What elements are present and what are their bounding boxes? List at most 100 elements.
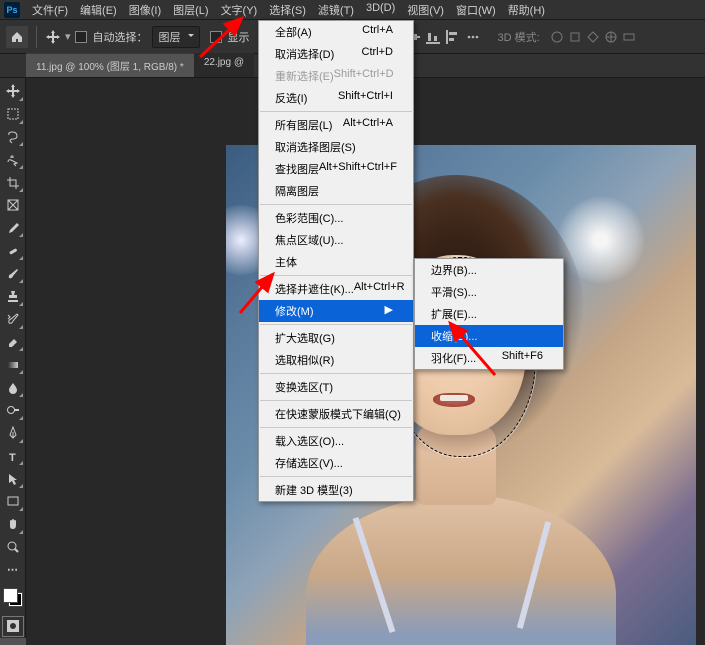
crop-tool[interactable] [2,172,24,193]
menu-item-label: 载入选区(O)... [275,433,344,449]
move-tool-icon [45,29,61,45]
menu-bar: Ps 文件(F)编辑(E)图像(I)图层(L)文字(Y)选择(S)滤镜(T)3D… [0,0,705,20]
menu-item[interactable]: 新建 3D 模型(3) [259,479,413,501]
menu-item-shortcut: Alt+Ctrl+R [354,281,405,297]
menu-编辑[interactable]: 编辑(E) [74,0,123,20]
frame-tool[interactable] [2,195,24,216]
healing-tool[interactable] [2,240,24,261]
marquee-tool[interactable] [2,104,24,125]
3d-mode-label: 3D 模式: [498,29,540,45]
svg-text:T: T [9,452,16,463]
more-icon[interactable] [466,30,480,44]
menu-item-label: 查找图层 [275,161,319,177]
annotation-arrow [190,12,250,65]
menu-separator [260,427,412,428]
annotation-arrow [235,268,285,321]
align-left-icon[interactable] [446,30,460,44]
menu-图像[interactable]: 图像(I) [123,0,167,20]
auto-select-label: 自动选择： [93,29,148,45]
menu-item-label: 重新选择(E) [275,68,334,84]
eyedropper-tool[interactable] [2,218,24,239]
menu-item[interactable]: 焦点区域(U)... [259,229,413,251]
move-tool[interactable] [2,81,24,102]
type-tool[interactable]: T [2,446,24,467]
menu-item-label: 新建 3D 模型(3) [275,482,353,498]
3d-mode-icons [550,30,636,44]
menu-文件[interactable]: 文件(F) [26,0,74,20]
menu-item-label: 取消选择(D) [275,46,334,62]
menu-选择[interactable]: 选择(S) [263,0,312,20]
menu-separator [260,400,412,401]
menu-视图[interactable]: 视图(V) [401,0,450,20]
gradient-tool[interactable] [2,354,24,375]
submenu-arrow-icon: ▶ [385,303,393,319]
menu-item-label: 选择并遮住(K)... [275,281,354,297]
menu-item[interactable]: 反选(I)Shift+Ctrl+I [259,87,413,109]
shape-tool[interactable] [2,491,24,512]
menu-item[interactable]: 所有图层(L)Alt+Ctrl+A [259,114,413,136]
menu-item[interactable]: 隔离图层 [259,180,413,202]
menu-item[interactable]: 在快速蒙版模式下编辑(Q) [259,403,413,425]
menu-item-label: 全部(A) [275,24,312,40]
menu-item[interactable]: 载入选区(O)... [259,430,413,452]
menu-item[interactable]: 选取相似(R) [259,349,413,371]
menu-item-label: 扩大选取(G) [275,330,335,346]
path-select-tool[interactable] [2,468,24,489]
menu-item-label: 边界(B)... [431,262,477,278]
quick-mask-toggle[interactable] [2,616,24,637]
home-button[interactable] [6,26,28,48]
menu-item[interactable]: 存储选区(V)... [259,452,413,474]
menu-滤镜[interactable]: 滤镜(T) [312,0,360,20]
menu-separator [260,204,412,205]
menu-separator [260,111,412,112]
menu-item[interactable]: 变换选区(T) [259,376,413,398]
stamp-tool[interactable] [2,286,24,307]
quick-select-tool[interactable] [2,149,24,170]
menu-item-label: 反选(I) [275,90,307,106]
menu-item-shortcut: Ctrl+D [362,46,393,62]
annotation-arrow [440,315,510,388]
lasso-tool[interactable] [2,127,24,148]
menu-item[interactable]: 平滑(S)... [415,281,563,303]
align-bottom-icon[interactable] [426,30,440,44]
menu-item-label: 存储选区(V)... [275,455,343,471]
menu-item-shortcut: Alt+Shift+Ctrl+F [319,161,397,177]
dodge-tool[interactable] [2,400,24,421]
menu-separator [260,373,412,374]
blur-tool[interactable] [2,377,24,398]
select-menu-dropdown: 全部(A) Ctrl+A 取消选择(D) Ctrl+D 重新选择(E)Shift+Ctr… [258,20,414,502]
eraser-tool[interactable] [2,332,24,353]
menu-item[interactable]: 查找图层Alt+Shift+Ctrl+F [259,158,413,180]
history-brush-tool[interactable] [2,309,24,330]
separator [36,26,37,48]
menu-item-label: 在快速蒙版模式下编辑(Q) [275,406,401,422]
menu-item[interactable]: 色彩范围(C)... [259,207,413,229]
menu-item-label: 平滑(S)... [431,284,477,300]
document-tab[interactable]: 11.jpg @ 100% (图层 1, RGB/8) * [26,53,194,77]
hand-tool[interactable] [2,514,24,535]
menu-窗口[interactable]: 窗口(W) [450,0,502,20]
brush-tool[interactable] [2,263,24,284]
auto-select-checkbox[interactable] [75,31,87,43]
menu-separator [260,324,412,325]
menu-item[interactable]: 取消选择图层(S) [259,136,413,158]
menu-3D[interactable]: 3D(D) [360,0,401,20]
app-logo: Ps [4,2,20,18]
menu-item-label: 取消选择图层(S) [275,139,356,155]
menu-item-label: 色彩范围(C)... [275,210,343,226]
menu-separator [260,476,412,477]
color-swatch[interactable] [2,587,24,608]
tool-panel: T ⋯ [0,78,26,638]
menu-item-shortcut: Ctrl+A [362,24,393,40]
menu-item-label: 隔离图层 [275,183,319,199]
edit-toolbar[interactable]: ⋯ [2,559,24,580]
menu-item-label: 所有图层(L) [275,117,332,133]
menu-item[interactable]: 全部(A) Ctrl+A [259,21,413,43]
menu-帮助[interactable]: 帮助(H) [502,0,551,20]
menu-item[interactable]: 扩大选取(G) [259,327,413,349]
menu-item[interactable]: 取消选择(D) Ctrl+D [259,43,413,65]
pen-tool[interactable] [2,423,24,444]
menu-item[interactable]: 边界(B)... [415,259,563,281]
zoom-tool[interactable] [2,537,24,558]
menu-item: 重新选择(E)Shift+Ctrl+D [259,65,413,87]
